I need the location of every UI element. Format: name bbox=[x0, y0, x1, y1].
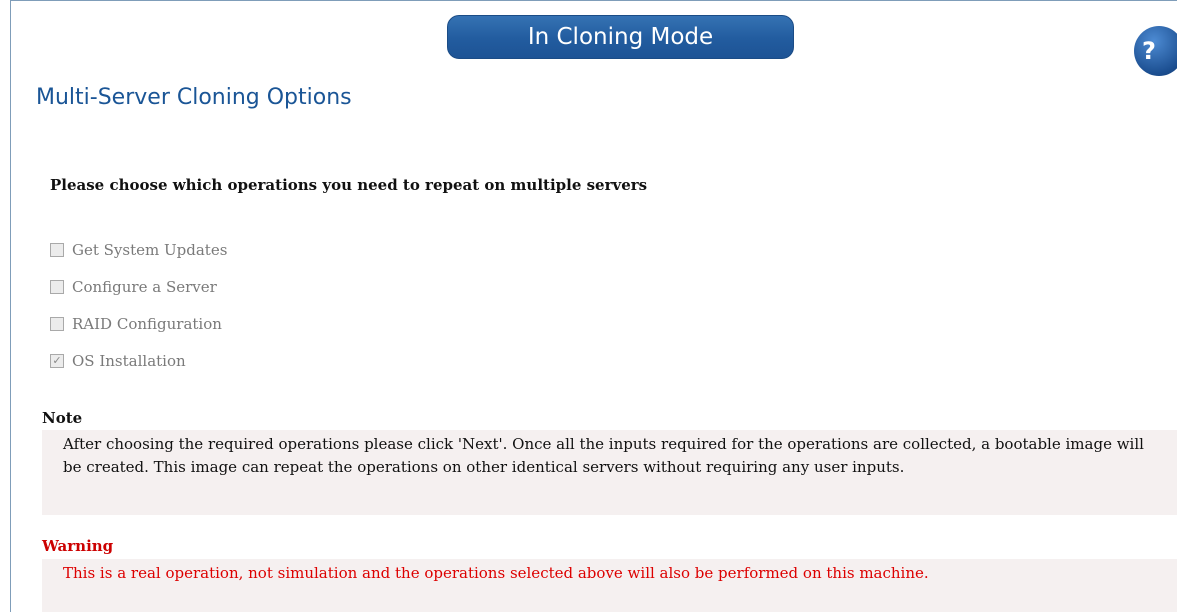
page-title: Multi-Server Cloning Options bbox=[36, 85, 352, 110]
option-configure-server[interactable]: Configure a Server bbox=[50, 268, 227, 305]
option-label: OS Installation bbox=[72, 351, 186, 370]
option-label: Get System Updates bbox=[72, 240, 228, 259]
option-raid-configuration[interactable]: RAID Configuration bbox=[50, 305, 227, 342]
note-box: After choosing the required operations p… bbox=[42, 430, 1177, 515]
help-icon[interactable]: ? bbox=[1134, 26, 1177, 76]
note-heading: Note bbox=[42, 409, 83, 427]
checkbox-checked[interactable]: ✓ bbox=[50, 353, 64, 368]
option-get-system-updates[interactable]: Get System Updates bbox=[50, 231, 227, 268]
checkbox[interactable] bbox=[50, 242, 64, 257]
operations-list: Get System Updates Configure a Server RA… bbox=[50, 231, 227, 379]
checkbox[interactable] bbox=[50, 279, 64, 294]
warning-text: This is a real operation, not simulation… bbox=[63, 564, 929, 582]
option-label: Configure a Server bbox=[72, 277, 217, 296]
cloning-mode-label: In Cloning Mode bbox=[527, 24, 714, 50]
warning-heading: Warning bbox=[42, 537, 114, 555]
cloning-mode-banner: In Cloning Mode bbox=[447, 15, 794, 59]
help-glyph: ? bbox=[1142, 37, 1156, 65]
checkbox[interactable] bbox=[50, 316, 64, 331]
note-text: After choosing the required operations p… bbox=[63, 435, 1144, 476]
instruction-text: Please choose which operations you need … bbox=[50, 176, 648, 194]
warning-box: This is a real operation, not simulation… bbox=[42, 559, 1177, 612]
option-os-installation[interactable]: ✓ OS Installation bbox=[50, 342, 227, 379]
option-label: RAID Configuration bbox=[72, 314, 222, 333]
